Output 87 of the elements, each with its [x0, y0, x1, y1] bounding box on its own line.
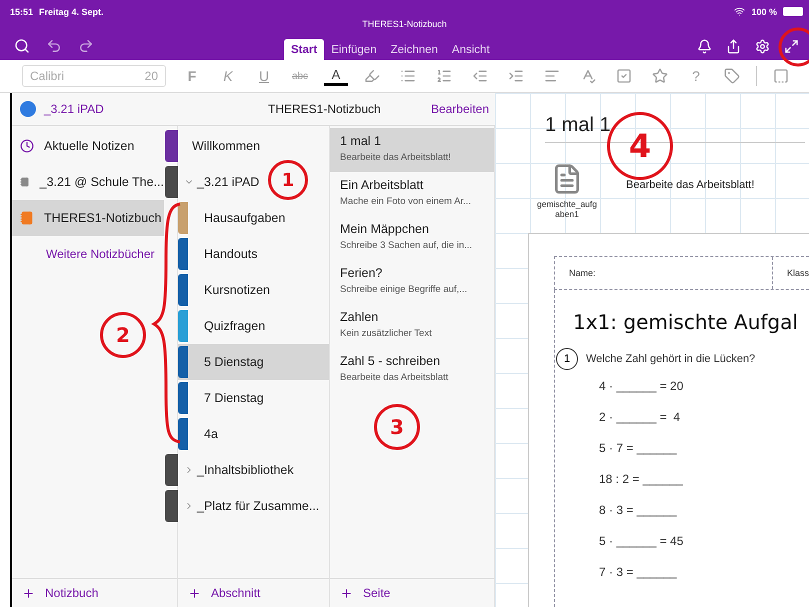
task-number: 1 — [556, 348, 578, 370]
section-name: 4a — [204, 427, 218, 441]
plus-icon — [22, 586, 35, 600]
section-name: Kursnotizen — [204, 283, 270, 297]
section-row[interactable]: Hausaufgaben — [178, 200, 329, 236]
clock-icon — [20, 139, 34, 153]
redo-icon[interactable] — [78, 38, 94, 54]
notebook-row[interactable]: Aktuelle Notizen — [12, 128, 164, 164]
page-preview: Bearbeite das Arbeitsblatt — [340, 372, 450, 383]
equation: 8 · 3 = ______ — [599, 502, 678, 518]
notebook-name: Aktuelle Notizen — [44, 139, 134, 153]
section-row[interactable]: 4a — [178, 416, 329, 452]
section-row[interactable]: 5 Dienstag — [178, 344, 329, 380]
avatar-icon — [20, 101, 36, 117]
battery-icon — [783, 7, 803, 16]
notebook-name: _3.21 @ Schule The... — [40, 175, 164, 189]
section-row[interactable]: Quizfragen — [178, 308, 329, 344]
notebook-title: THERES1-Notizbuch — [268, 102, 381, 116]
equation: 18 : 2 = ______ — [599, 470, 684, 488]
bell-icon[interactable] — [697, 39, 712, 54]
ribbon-tab[interactable]: Zeichnen — [384, 39, 445, 60]
page-row[interactable]: Ferien? Schreibe einige Begriffe auf,... — [330, 260, 494, 304]
page-title: Zahl 5 - schreiben — [340, 354, 442, 368]
notebook-row[interactable]: _3.21 @ Schule The... — [12, 164, 164, 200]
page-preview: Schreibe einige Begriffe auf,... — [340, 284, 468, 295]
page-preview: Schreibe 3 Sachen auf, die in... — [340, 240, 474, 251]
annotation-number: 1 — [268, 160, 308, 200]
worksheet-title: 1x1: gemischte Aufgal — [573, 310, 799, 334]
section-name: Willkommen — [192, 139, 260, 153]
page-preview: Bearbeite das Arbeitsblatt! — [340, 152, 452, 163]
account-name[interactable]: _3.21 iPAD — [44, 102, 104, 116]
window-title: THERES1-Notizbuch — [362, 19, 447, 29]
attachment-name: gemischte_aufgaben1 — [536, 199, 598, 219]
font-color-button[interactable]: A — [324, 66, 348, 86]
share-icon[interactable] — [726, 39, 741, 54]
section-group[interactable]: _Platz für Zusamme... — [197, 499, 320, 513]
page-row[interactable]: Mein Mäppchen Schreibe 3 Sachen auf, die in... — [330, 216, 494, 260]
page-title: 1 mal 1 — [340, 134, 382, 148]
section-name: Hausaufgaben — [204, 211, 286, 225]
equation: 7 · 3 = ______ — [599, 564, 678, 580]
notebook-row[interactable]: THERES1-Notizbuch — [12, 200, 164, 236]
name-label: Name: — [555, 257, 773, 289]
equation: 2 · ______ = 4 — [599, 408, 682, 426]
section-name: 5 Dienstag — [204, 355, 264, 369]
page-title: Zahlen — [340, 310, 380, 324]
equation: 5 · ______ = 45 — [599, 532, 684, 550]
page-row[interactable]: 1 mal 1 Bearbeite das Arbeitsblatt! — [330, 128, 494, 172]
page-preview: Mache ein Foto von einem Ar... — [340, 196, 472, 207]
note-text: Bearbeite das Arbeitsblatt! — [626, 179, 754, 191]
annotation-number: 3 — [374, 404, 420, 450]
plus-icon — [188, 586, 201, 600]
search-icon[interactable] — [14, 38, 30, 54]
ribbon-tab[interactable]: Einfügen — [324, 39, 384, 60]
section-name: 7 Dienstag — [204, 391, 264, 405]
page-row[interactable]: Zahlen Kein zusätzlicher Text — [330, 304, 494, 348]
ribbon-tab[interactable]: Ansicht — [444, 39, 497, 60]
annotation-number: 2 — [100, 312, 146, 358]
ribbon-tab[interactable]: Start — [284, 39, 324, 60]
wifi-icon — [734, 6, 746, 17]
section-row[interactable]: Handouts — [178, 236, 329, 272]
page-title: Ferien? — [340, 266, 384, 280]
section-name: Quizfragen — [204, 319, 266, 333]
page-row[interactable]: Zahl 5 - schreiben Bearbeite das Arbeitsblatt — [330, 348, 494, 392]
add-page-button[interactable]: Seite — [340, 586, 390, 600]
equation: 5 · 7 = ______ — [599, 440, 678, 456]
page-row[interactable]: Ein Arbeitsblatt Mache ein Foto von einem Ar... — [330, 172, 494, 216]
undo-icon[interactable] — [46, 38, 62, 54]
task-question: Welche Zahl gehört in die Lücken? — [586, 353, 756, 365]
section-group[interactable]: _3.21 iPAD — [197, 175, 260, 189]
expand-icon[interactable] — [784, 39, 799, 54]
battery-percent: 100 % — [751, 6, 777, 16]
section-row[interactable]: 7 Dienstag — [178, 380, 329, 416]
settings-icon[interactable] — [755, 39, 770, 54]
class-label: Klass — [786, 268, 809, 278]
equation: 4 · ______ = 20 — [599, 378, 684, 394]
section-name: Handouts — [204, 247, 258, 261]
page-title: Ein Arbeitsblatt — [340, 178, 424, 192]
status-time: 15:51 — [10, 6, 34, 16]
edit-button[interactable]: Bearbeiten — [428, 102, 491, 116]
more-notebooks-link[interactable]: Weitere Notizbücher — [46, 247, 154, 261]
section-group[interactable]: _Inhaltsbibliothek — [197, 463, 294, 477]
plus-icon — [340, 586, 353, 600]
section-row[interactable]: Kursnotizen — [178, 272, 329, 308]
page-preview: Kein zusätzlicher Text — [340, 328, 433, 339]
page-title: Mein Mäppchen — [340, 222, 430, 236]
notebook-name: THERES1-Notizbuch — [44, 211, 162, 225]
status-date: Freitag 4. Sept. — [39, 6, 104, 16]
